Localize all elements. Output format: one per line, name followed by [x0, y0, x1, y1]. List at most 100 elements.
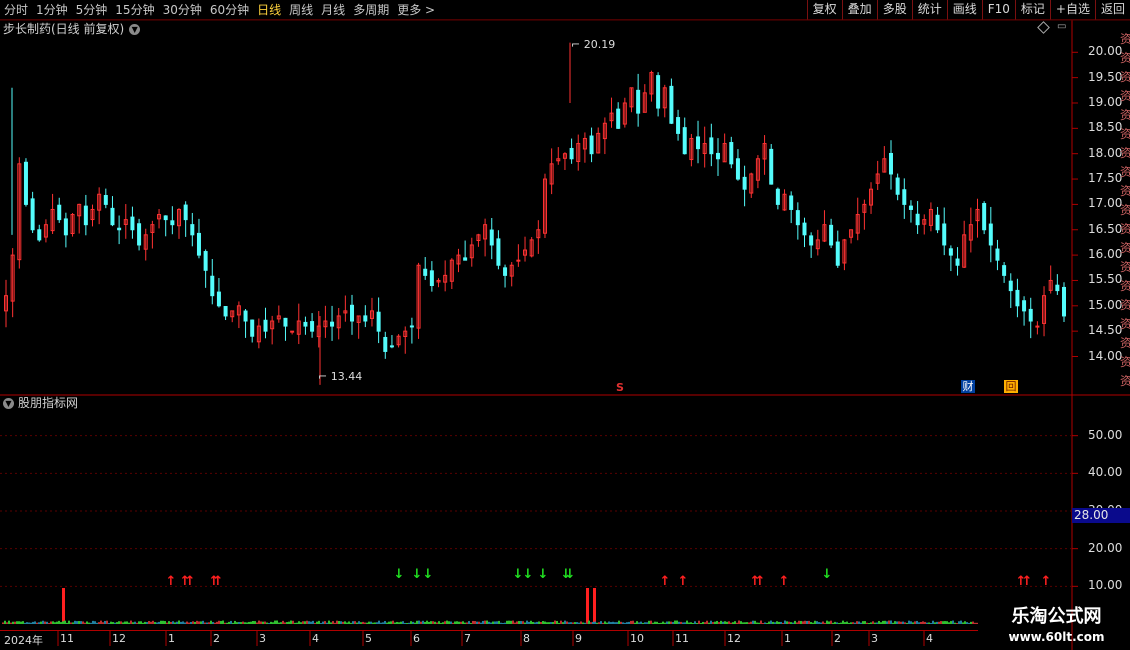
volume-bar: [114, 622, 116, 624]
candle-body: [183, 204, 188, 221]
volume-bar: [136, 622, 138, 624]
volume-bar: [826, 620, 828, 624]
volume-bar: [536, 621, 538, 624]
volume-bar: [160, 620, 162, 624]
volume-bar: [68, 620, 70, 624]
candle-body: [802, 222, 807, 236]
volume-bar: [342, 621, 344, 624]
volume-bar: [150, 621, 152, 624]
volume-bar: [934, 622, 936, 624]
volume-bar: [148, 621, 150, 624]
candle-body: [489, 229, 494, 246]
candle-body: [789, 195, 794, 210]
chart-canvas[interactable]: ↑ ↑↑ ↑↑ ↑ ↑ ↑↑ ↑ ↑↑ ↑↓ ↓ ↓ ↓ ↓ ↓ ↓↓ ↓: [0, 0, 1130, 650]
volume-bar: [604, 621, 606, 624]
volume-bar: [456, 621, 458, 624]
volume-bar: [128, 622, 130, 624]
volume-bar: [190, 622, 192, 624]
candle-body: [103, 195, 108, 205]
volume-bar: [846, 621, 848, 624]
buy-arrow-icon: ↑: [1041, 574, 1052, 589]
volume-bar: [828, 621, 830, 624]
volume-bar: [812, 622, 814, 624]
volume-bar: [658, 622, 660, 624]
edge-glyph-strip: 资资资资资资资资资资资资资资资资资资资: [1120, 30, 1130, 390]
candle-body: [995, 248, 1000, 261]
volume-bar: [164, 621, 166, 624]
volume-bar: [338, 620, 340, 624]
volume-bar: [600, 621, 602, 624]
finance-badge[interactable]: 财: [961, 380, 975, 393]
candle-body: [110, 207, 115, 226]
time-axis-label: 3: [871, 632, 878, 645]
volume-bar: [214, 622, 216, 624]
volume-bar: [716, 620, 718, 624]
volume-bar: [380, 622, 382, 624]
volume-bar: [180, 621, 182, 624]
current-value-label: 28.00: [1072, 508, 1130, 523]
high-marker-value: 20.19: [583, 38, 616, 51]
volume-bar: [526, 620, 528, 624]
buy-arrow-icon: ↑: [166, 574, 177, 589]
candle-body: [1008, 280, 1013, 292]
volume-bar: [784, 620, 786, 624]
volume-bar: [236, 622, 238, 624]
volume-bar: [722, 621, 724, 624]
volume-bar: [138, 621, 140, 624]
candle-body: [283, 317, 288, 327]
volume-bar: [362, 621, 364, 624]
volume-bar: [14, 621, 16, 624]
candle-body: [330, 321, 335, 327]
volume-bar: [678, 621, 680, 624]
volume-bar: [326, 622, 328, 624]
volume-bar: [662, 621, 664, 624]
volume-bar: [226, 622, 228, 624]
volume-bar: [688, 622, 690, 624]
volume-bar: [390, 621, 392, 624]
volume-bar: [448, 621, 450, 624]
volume-bar: [674, 620, 676, 624]
volume-bar: [974, 622, 976, 624]
volume-bar: [16, 621, 18, 624]
volume-bar: [518, 620, 520, 624]
volume-bar: [776, 621, 778, 624]
candle-body: [117, 227, 122, 231]
volume-bar: [116, 622, 118, 624]
event-s-badge[interactable]: S: [616, 381, 624, 394]
volume-bar: [584, 622, 586, 624]
volume-bar: [312, 620, 314, 624]
volume-bar: [582, 622, 584, 624]
volume-bar: [492, 621, 494, 624]
edge-glyph: 资: [1120, 336, 1130, 350]
volume-bar: [920, 621, 922, 624]
candle-body: [250, 319, 255, 337]
volume-bar: [176, 621, 178, 624]
volume-bar: [156, 622, 158, 624]
volume-bar: [480, 622, 482, 624]
volume-bar: [702, 621, 704, 624]
volume-bar: [790, 622, 792, 624]
volume-bar: [310, 621, 312, 624]
volume-bar: [532, 622, 534, 624]
candle-body: [409, 325, 414, 328]
time-axis-label: 10: [630, 632, 644, 645]
volume-bar: [622, 622, 624, 624]
volume-bar: [434, 621, 436, 624]
volume-bar: [786, 621, 788, 624]
volume-bar: [796, 622, 798, 624]
candle-body: [223, 306, 228, 317]
volume-bar: [642, 622, 644, 624]
volume-bar: [458, 621, 460, 624]
volume-bar: [596, 622, 598, 624]
volume-bar: [590, 622, 592, 624]
review-badge[interactable]: 回: [1004, 380, 1018, 393]
volume-bar: [798, 620, 800, 624]
volume-bar: [288, 621, 290, 624]
volume-bar: [690, 622, 692, 624]
candle-body: [290, 330, 295, 333]
candle-body: [682, 127, 687, 155]
edge-glyph: 资: [1120, 317, 1130, 331]
indicator-axis-label: 50.00: [1088, 427, 1123, 442]
volume-bar: [896, 621, 898, 624]
volume-bar: [772, 621, 774, 624]
